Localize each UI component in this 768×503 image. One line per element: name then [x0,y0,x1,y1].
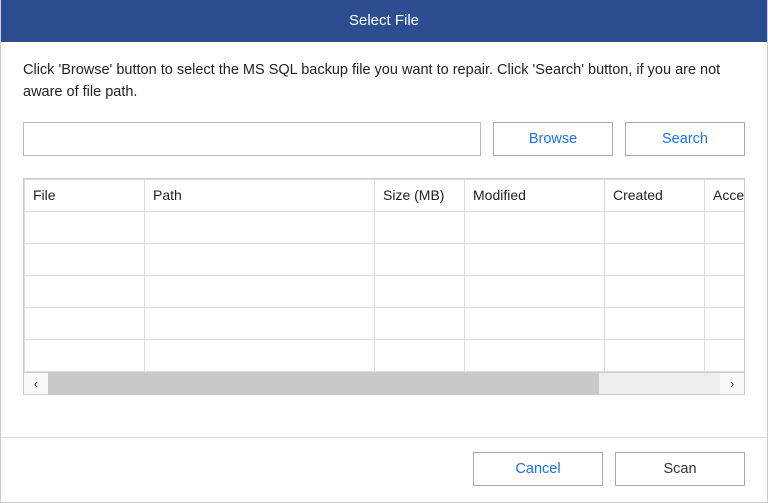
col-header-modified[interactable]: Modified [465,179,605,211]
results-table-wrap: File Path Size (MB) Modified Created Acc… [23,178,745,373]
search-button[interactable]: Search [625,122,745,156]
cancel-button[interactable]: Cancel [473,452,603,486]
table-header-row: File Path Size (MB) Modified Created Acc… [25,179,746,211]
select-file-dialog: Select File Click 'Browse' button to sel… [0,0,768,503]
table-body [25,211,746,371]
table-row[interactable] [25,211,746,243]
table-row[interactable] [25,243,746,275]
dialog-title: Select File [1,0,767,42]
table-row[interactable] [25,275,746,307]
chevron-right-icon: › [730,376,734,391]
table-row[interactable] [25,339,746,371]
results-table: File Path Size (MB) Modified Created Acc… [24,179,745,372]
file-path-input[interactable] [23,122,481,156]
browse-button[interactable]: Browse [493,122,613,156]
scroll-right-button[interactable]: › [720,373,744,394]
path-row: Browse Search [23,122,745,156]
table-row[interactable] [25,307,746,339]
instructions-text: Click 'Browse' button to select the MS S… [23,60,745,104]
scroll-track[interactable] [48,373,720,394]
col-header-path[interactable]: Path [145,179,375,211]
scroll-thumb[interactable] [48,373,599,394]
col-header-file[interactable]: File [25,179,145,211]
scan-button[interactable]: Scan [615,452,745,486]
horizontal-scrollbar[interactable]: ‹ › [23,373,745,395]
dialog-content: Click 'Browse' button to select the MS S… [1,42,767,437]
col-header-accessed[interactable]: Acce [705,179,746,211]
col-header-size[interactable]: Size (MB) [375,179,465,211]
scroll-left-button[interactable]: ‹ [24,373,48,394]
dialog-footer: Cancel Scan [1,437,767,502]
chevron-left-icon: ‹ [34,376,38,391]
col-header-created[interactable]: Created [605,179,705,211]
